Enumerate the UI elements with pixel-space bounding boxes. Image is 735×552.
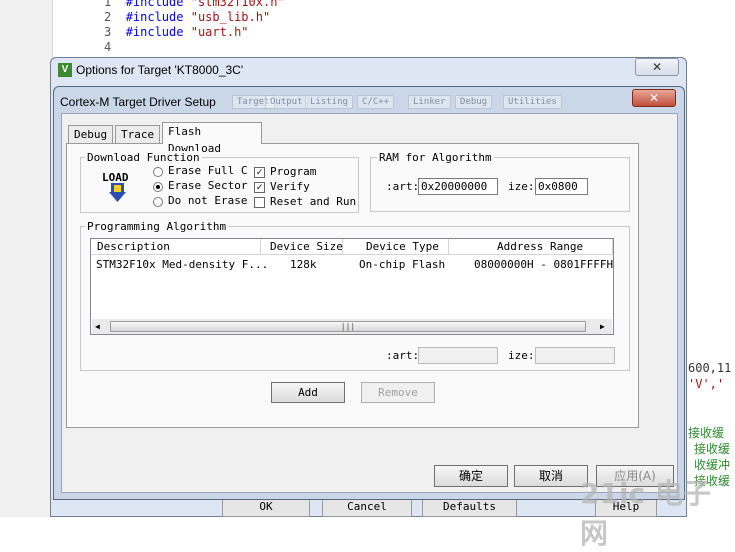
- line-number: 2: [104, 10, 112, 24]
- erase-sector-label: Erase Sector: [168, 179, 248, 192]
- editor-line-3: 3 #include "uart.h": [104, 25, 249, 39]
- programming-algorithm-title: Programming Algorithm: [85, 220, 229, 233]
- reset-and-run-checkbox[interactable]: [254, 197, 265, 208]
- code-comment: 接收缓: [694, 442, 731, 456]
- watermark: 21ic 电子网: [580, 477, 711, 550]
- line-number: 1: [104, 0, 112, 9]
- editor-line-2: 2 #include "usb_lib.h": [104, 10, 270, 24]
- table-cell-device-size: 128k: [290, 258, 317, 271]
- cancel-dialog-button[interactable]: 取消: [514, 465, 588, 487]
- app-icon: V: [58, 63, 72, 77]
- code-string: "uart.h": [190, 25, 249, 39]
- line-number: 4: [104, 40, 112, 54]
- ghost-tab: Output: [265, 95, 308, 109]
- editor-line-4: 4: [104, 40, 111, 54]
- download-function-title: Download Function: [85, 151, 202, 164]
- code-keyword: #include: [125, 10, 184, 24]
- column-header-description[interactable]: Description: [91, 239, 261, 255]
- load-icon: LOAD: [101, 170, 134, 203]
- verify-label: Verify: [270, 180, 310, 193]
- editor-gutter: [0, 0, 53, 517]
- erase-sector-radio[interactable]: [153, 182, 163, 192]
- add-button[interactable]: Add: [271, 382, 345, 403]
- code-fragment: 600,11: [688, 361, 732, 375]
- program-checkbox[interactable]: ✓: [254, 167, 265, 178]
- code-comment: 收缓冲: [694, 458, 731, 472]
- ghost-tab: Debug: [455, 95, 493, 109]
- scroll-left-arrow-icon[interactable]: ◀: [95, 322, 100, 331]
- close-icon: ✕: [648, 91, 660, 105]
- verify-checkbox[interactable]: ✓: [254, 182, 265, 193]
- close-icon: ✕: [651, 60, 663, 74]
- table-cell-address-range: 08000000H - 0801FFFFH: [474, 258, 614, 271]
- ok-button[interactable]: OK: [222, 497, 310, 517]
- tab-flash-download[interactable]: Flash Download: [162, 122, 262, 155]
- scrollbar-thumb[interactable]: |||: [110, 321, 586, 332]
- options-dialog-title: Options for Target 'KT8000_3C': [76, 63, 244, 77]
- column-header-address-range[interactable]: Address Range: [449, 239, 613, 255]
- driver-close-button[interactable]: ✕: [632, 89, 676, 107]
- tab-trace[interactable]: Trace: [115, 125, 160, 143]
- ghost-tab: Linker: [408, 95, 451, 109]
- options-close-button[interactable]: ✕: [635, 58, 679, 76]
- scroll-right-arrow-icon[interactable]: ▶: [600, 322, 605, 331]
- algo-start-input[interactable]: [418, 347, 498, 364]
- ram-start-input[interactable]: 0x20000000: [418, 178, 498, 195]
- horizontal-scrollbar[interactable]: ◀ ||| ▶: [92, 319, 612, 334]
- confirm-button[interactable]: 确定: [434, 465, 508, 487]
- ghost-tab: Utilities: [503, 95, 562, 109]
- tab-debug[interactable]: Debug: [68, 125, 113, 143]
- ram-size-input[interactable]: 0x0800: [535, 178, 588, 195]
- target-driver-dialog-title: Cortex-M Target Driver Setup: [60, 95, 216, 109]
- ram-size-label: ize:: [508, 180, 535, 193]
- ram-for-algorithm-title: RAM for Algorithm: [377, 151, 494, 164]
- code-comment: 接收缓: [688, 426, 725, 440]
- column-header-device-size[interactable]: Device Size: [261, 239, 343, 255]
- ram-start-label: :art:: [386, 180, 420, 193]
- algo-size-input[interactable]: [535, 347, 615, 364]
- defaults-button[interactable]: Defaults: [422, 497, 517, 517]
- load-icon-text: LOAD: [102, 171, 129, 184]
- do-not-erase-radio[interactable]: [153, 197, 163, 207]
- algo-start-label: :art:: [386, 349, 420, 362]
- program-label: Program: [270, 165, 317, 178]
- erase-full-chip-label: Erase Full C: [168, 164, 248, 177]
- code-string: "stm32f10x.h": [190, 0, 285, 9]
- do-not-erase-label: Do not Erase: [168, 194, 248, 207]
- table-cell-description: STM32F10x Med-density F...: [96, 258, 269, 271]
- reset-and-run-label: Reset and Run: [270, 195, 357, 208]
- remove-button[interactable]: Remove: [361, 382, 435, 403]
- table-row[interactable]: STM32F10x Med-density F... 128k On-chip …: [91, 257, 613, 273]
- code-string: "usb_lib.h": [190, 10, 271, 24]
- code-keyword: #include: [125, 25, 184, 39]
- ghost-tab: Listing: [305, 95, 353, 109]
- column-header-device-type[interactable]: Device Type: [343, 239, 449, 255]
- erase-full-chip-radio[interactable]: [153, 167, 163, 177]
- code-keyword: #include: [125, 0, 184, 9]
- code-fragment: 'V',': [688, 377, 725, 391]
- line-number: 3: [104, 25, 112, 39]
- ghost-tab: C/C++: [357, 95, 395, 109]
- editor-line-1: 1 #include "stm32f10x.h": [104, 0, 285, 9]
- algorithm-list[interactable]: Description Device Size Device Type Addr…: [90, 238, 614, 335]
- algo-size-label: ize:: [508, 349, 535, 362]
- cancel-button[interactable]: Cancel: [322, 497, 412, 517]
- table-cell-device-type: On-chip Flash: [359, 258, 446, 271]
